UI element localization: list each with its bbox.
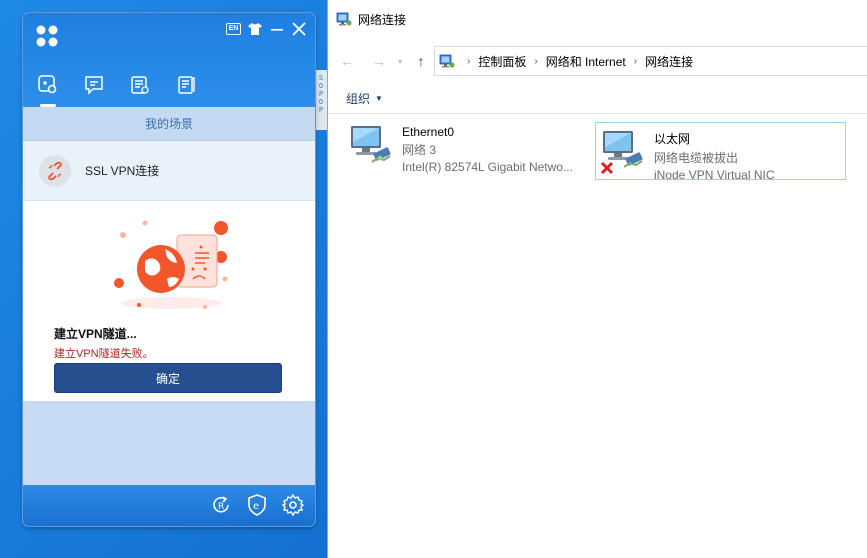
- inode-footer: R e: [23, 485, 315, 526]
- tab-messages[interactable]: [83, 73, 105, 97]
- chevron-down-icon[interactable]: ▾: [394, 50, 406, 72]
- status-error-message: 建立VPN隧道失败。: [54, 348, 154, 360]
- breadcrumb-separator[interactable]: ›: [634, 56, 637, 67]
- inode-client-window: EN 我的场景 SSL VPN连接 建立VPN隧道... 建立VPN隧道失败。 …: [23, 13, 315, 526]
- breadcrumb-control-panel[interactable]: 控制面板: [478, 53, 526, 70]
- breadcrumb-separator[interactable]: ›: [467, 56, 470, 67]
- window-title: 网络连接: [358, 12, 407, 27]
- close-icon[interactable]: [291, 21, 307, 37]
- organize-label: 组织: [346, 92, 371, 106]
- inode-empty-area: [23, 401, 315, 485]
- breadcrumb-network-connections[interactable]: 网络连接: [645, 53, 693, 70]
- scene-link-icon: [38, 75, 57, 94]
- inode-tab-bar: [37, 73, 197, 107]
- connection-failed-illustration: [114, 220, 228, 309]
- up-arrow-icon[interactable]: ↑: [410, 50, 432, 72]
- forward-arrow-icon[interactable]: →: [368, 50, 390, 72]
- tab-notes[interactable]: [175, 73, 197, 97]
- tab-scene[interactable]: [37, 73, 59, 107]
- scene-item-label: SSL VPN连接: [85, 164, 160, 178]
- connection-item-ethernet[interactable]: 以太网 网络电缆被拔出 iNode VPN Virtual NIC: [595, 122, 846, 182]
- network-connections-window: 网络连接 ← → ▾ ↑ › 控制面板 › 网络和 Internet › 网络连…: [327, 0, 867, 558]
- connection-item-ethernet0[interactable]: Ethernet0 网络 3 Intel(R) 82574L Gigabit N…: [344, 118, 594, 176]
- command-bar: 组织 ▼: [328, 84, 867, 114]
- caret-down-icon: ▼: [375, 94, 383, 103]
- message-icon: [85, 76, 103, 95]
- log-list-icon: [131, 76, 149, 94]
- desktop-fragment-text: S O P O P: [318, 74, 324, 114]
- inode-header: EN: [23, 13, 315, 107]
- connection-device: iNode VPN Virtual NIC: [654, 168, 775, 182]
- svg-text:R: R: [218, 502, 224, 512]
- connection-text: Ethernet0 网络 3 Intel(R) 82574L Gigabit N…: [402, 122, 573, 174]
- footer-icons: R e: [209, 493, 305, 517]
- breadcrumb-network-internet[interactable]: 网络和 Internet: [546, 53, 626, 70]
- address-bar[interactable]: › 控制面板 › 网络和 Internet › 网络连接: [434, 46, 867, 76]
- network-adapter-disconnected-icon: [600, 131, 643, 175]
- scene-item-ssl-vpn[interactable]: SSL VPN连接: [23, 141, 315, 201]
- window-controls: EN: [226, 21, 307, 37]
- network-adapter-icon: [351, 126, 391, 163]
- connection-text: 以太网 网络电缆被拔出 iNode VPN Virtual NIC: [654, 127, 775, 182]
- minimize-icon[interactable]: [269, 21, 285, 37]
- organize-menu-button[interactable]: 组织 ▼: [346, 90, 383, 107]
- tab-logs[interactable]: [129, 73, 151, 97]
- svg-text:e: e: [253, 501, 259, 512]
- network-folder-icon: [336, 12, 352, 26]
- confirm-button[interactable]: 确定: [54, 363, 282, 393]
- language-toggle-button[interactable]: EN: [226, 23, 241, 35]
- broken-link-icon: [39, 154, 71, 187]
- gear-icon[interactable]: [281, 493, 305, 517]
- breadcrumb-separator[interactable]: ›: [534, 56, 537, 67]
- refresh-r-icon[interactable]: R: [209, 493, 233, 517]
- connection-name: Ethernet0: [402, 125, 455, 139]
- connection-status: 网络 3: [402, 143, 437, 157]
- connection-status: 网络电缆被拔出: [654, 151, 739, 165]
- four-dots-logo-icon: [36, 25, 58, 47]
- shield-e-icon[interactable]: e: [245, 493, 269, 517]
- connection-status-panel: 建立VPN隧道... 建立VPN隧道失败。 确定: [23, 201, 315, 401]
- connections-list: Ethernet0 网络 3 Intel(R) 82574L Gigabit N…: [328, 114, 867, 558]
- connection-device: Intel(R) 82574L Gigabit Netwo...: [402, 160, 573, 174]
- navigation-bar: ← → ▾ ↑ › 控制面板 › 网络和 Internet › 网络连接: [328, 38, 867, 84]
- notebook-icon: [178, 76, 195, 94]
- network-folder-icon: [439, 54, 455, 68]
- scene-section-header: 我的场景: [23, 107, 315, 141]
- window-titlebar: 网络连接: [328, 0, 867, 38]
- connection-name: 以太网: [654, 132, 691, 146]
- status-title: 建立VPN隧道...: [54, 327, 137, 341]
- tshirt-icon[interactable]: [247, 21, 263, 37]
- back-arrow-icon[interactable]: ←: [336, 50, 358, 72]
